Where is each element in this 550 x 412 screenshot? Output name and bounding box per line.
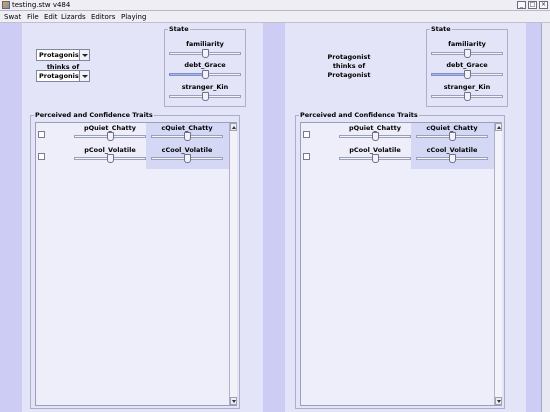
slider-thumb[interactable] — [202, 92, 209, 101]
slider-label: pQuiet_Chatty — [83, 124, 137, 132]
subject-value: Protagonist — [39, 51, 82, 59]
menu-file[interactable]: File — [27, 13, 39, 21]
scroll-up-icon[interactable] — [495, 123, 502, 131]
stranger-kin-slider[interactable] — [431, 92, 503, 102]
slider-thumb[interactable] — [464, 92, 471, 101]
window-scrollbar[interactable] — [541, 23, 550, 412]
close-button[interactable]: × — [539, 1, 548, 9]
slider-fill — [169, 73, 206, 76]
slider-label: pCool_Volatile — [349, 146, 401, 154]
trait-row: pCool_Volatile cCool_Volatile — [301, 145, 497, 167]
scroll-down-icon[interactable] — [495, 397, 502, 405]
slider-thumb[interactable] — [449, 132, 456, 141]
main-area: Protagonist thinks of Protagonist State … — [0, 23, 550, 412]
state-title: State — [430, 25, 452, 33]
menu-swat[interactable]: Swat — [4, 13, 21, 21]
slider-thumb[interactable] — [202, 70, 209, 79]
slider-thumb[interactable] — [107, 154, 114, 163]
familiarity-slider[interactable] — [169, 49, 241, 59]
slider-label: stranger_Kin — [443, 83, 491, 91]
slider-thumb[interactable] — [372, 154, 379, 163]
slider-label: debt_Grace — [446, 61, 488, 69]
slider-label: cCool_Volatile — [161, 146, 213, 154]
p-cool-volatile-slider[interactable] — [339, 154, 411, 164]
left-relationship-panel: Protagonist thinks of Protagonist State … — [22, 23, 263, 412]
slider-thumb[interactable] — [372, 132, 379, 141]
trait-row: pQuiet_Chatty cQuiet_Chatty — [36, 123, 232, 145]
menu-playing[interactable]: Playing — [121, 13, 146, 21]
slider-thumb[interactable] — [202, 49, 209, 58]
trait-row: pCool_Volatile cCool_Volatile — [36, 145, 232, 167]
object-combo[interactable]: Protagonist — [36, 70, 90, 82]
window-title: testing.stw v484 — [12, 1, 71, 9]
slider-label: stranger_Kin — [181, 83, 229, 91]
menu-bar: Swat File Edit Lizards Editors Playing — [0, 11, 550, 23]
slider-label: familiarity — [186, 40, 224, 48]
debt-grace-slider[interactable] — [169, 70, 241, 80]
c-cool-volatile-slider[interactable] — [416, 154, 488, 164]
state-title: State — [168, 25, 190, 33]
scroll-down-icon[interactable] — [230, 397, 237, 405]
slider-label: familiarity — [448, 40, 486, 48]
trait-checkbox[interactable] — [303, 131, 310, 138]
minimize-button[interactable]: _ — [517, 1, 526, 9]
slider-label: debt_Grace — [184, 61, 226, 69]
menu-editors[interactable]: Editors — [91, 13, 115, 21]
trait-checkbox[interactable] — [38, 131, 45, 138]
traits-scrollbar[interactable] — [229, 123, 237, 405]
debt-grace-slider[interactable] — [431, 70, 503, 80]
subject-combo[interactable]: Protagonist — [36, 49, 90, 61]
slider-thumb[interactable] — [107, 132, 114, 141]
chevron-down-icon[interactable] — [79, 71, 89, 81]
familiarity-slider[interactable] — [431, 49, 503, 59]
slider-fill — [431, 73, 468, 76]
menu-edit[interactable]: Edit — [44, 13, 58, 21]
trait-row: pQuiet_Chatty cQuiet_Chatty — [301, 123, 497, 145]
menu-lizards[interactable]: Lizards — [61, 13, 86, 21]
chevron-down-icon[interactable] — [79, 50, 89, 60]
slider-thumb[interactable] — [464, 49, 471, 58]
slider-thumb[interactable] — [464, 70, 471, 79]
trait-checkbox[interactable] — [38, 153, 45, 160]
title-bar: testing.stw v484 _ □ × — [0, 0, 550, 11]
traits-list[interactable]: pQuiet_Chatty cQuiet_Chatty pCool_Volati… — [35, 122, 237, 406]
slider-thumb[interactable] — [449, 154, 456, 163]
c-quiet-chatty-slider[interactable] — [416, 132, 488, 142]
traits-scrollbar[interactable] — [494, 123, 502, 405]
c-quiet-chatty-slider[interactable] — [151, 132, 223, 142]
slider-thumb[interactable] — [184, 154, 191, 163]
traits-group: Perceived and Confidence Traits pQuiet_C… — [295, 111, 505, 409]
p-cool-volatile-slider[interactable] — [74, 154, 146, 164]
state-group: State familiarity debt_Grace stranger_Ki… — [164, 25, 246, 107]
traits-title: Perceived and Confidence Traits — [299, 111, 419, 119]
slider-label: pQuiet_Chatty — [348, 124, 402, 132]
slider-thumb[interactable] — [184, 132, 191, 141]
traits-group: Perceived and Confidence Traits pQuiet_C… — [30, 111, 240, 409]
object-label: Protagonist — [327, 71, 371, 79]
scroll-up-icon[interactable] — [230, 123, 237, 131]
slider-label: cQuiet_Chatty — [161, 124, 213, 132]
trait-checkbox[interactable] — [303, 153, 310, 160]
p-quiet-chatty-slider[interactable] — [74, 132, 146, 142]
stranger-kin-slider[interactable] — [169, 92, 241, 102]
app-icon — [2, 1, 10, 9]
traits-title: Perceived and Confidence Traits — [34, 111, 154, 119]
c-cool-volatile-slider[interactable] — [151, 154, 223, 164]
subject-label: Protagonist — [327, 53, 371, 61]
state-group: State familiarity debt_Grace stranger_Ki… — [426, 25, 508, 107]
thinks-of-label: thinks of — [332, 62, 366, 70]
traits-list[interactable]: pQuiet_Chatty cQuiet_Chatty pCool_Volati… — [300, 122, 502, 406]
object-value: Protagonist — [39, 72, 82, 80]
right-relationship-panel: Protagonist thinks of Protagonist State … — [285, 23, 526, 412]
slider-label: cQuiet_Chatty — [426, 124, 478, 132]
slider-label: pCool_Volatile — [84, 146, 136, 154]
maximize-button[interactable]: □ — [528, 1, 537, 9]
p-quiet-chatty-slider[interactable] — [339, 132, 411, 142]
slider-label: cCool_Volatile — [426, 146, 478, 154]
